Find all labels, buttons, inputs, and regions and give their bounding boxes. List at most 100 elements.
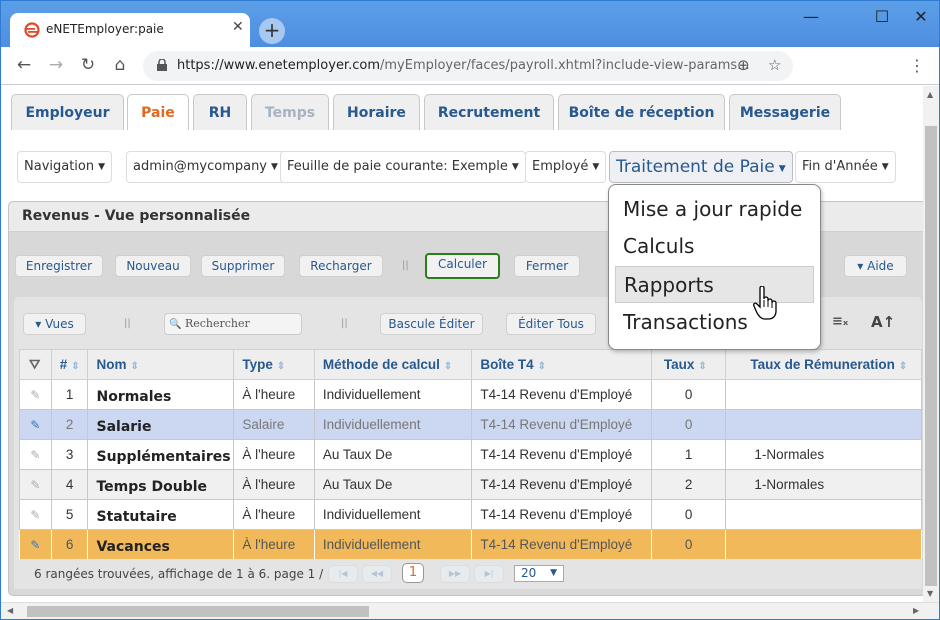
minimize-button[interactable]: — — [796, 7, 826, 26]
toggle-edit-button[interactable]: Bascule Éditer — [380, 313, 483, 335]
scroll-down-arrow-icon[interactable]: ▼ — [927, 589, 933, 598]
sort-icon[interactable]: ⇕ — [698, 361, 706, 372]
browser-menu-icon[interactable]: ⋮ — [909, 56, 925, 75]
calculate-button[interactable]: Calculer — [425, 253, 500, 279]
cell-nom[interactable]: Supplémentaires — [87, 439, 235, 470]
views-button[interactable]: ▾ Vues — [23, 313, 86, 335]
horizontal-scroll-thumb[interactable] — [27, 606, 369, 617]
reload-button[interactable]: ↻ — [77, 55, 99, 75]
tab-horaire[interactable]: Horaire — [333, 94, 420, 130]
edit-cell[interactable]: ✎ — [19, 529, 52, 560]
tab-boite-de-reception[interactable]: Boîte de réception — [558, 94, 725, 130]
forward-button[interactable]: → — [45, 55, 67, 75]
scroll-up-arrow-icon[interactable]: ▲ — [927, 90, 933, 99]
edit-all-button[interactable]: Éditer Tous — [506, 313, 596, 335]
cell-taux-remuneration[interactable] — [725, 499, 922, 530]
cell-taux-remuneration[interactable]: 1-Normales — [725, 469, 922, 500]
cell-taux-remuneration[interactable]: 1-Normales — [725, 439, 922, 470]
bookmark-star-icon[interactable]: ☆ — [768, 56, 781, 74]
cell-taux[interactable]: 0 — [650, 409, 727, 440]
column-header-methode[interactable]: Méthode de calcul ⇕ — [313, 349, 473, 380]
cell-methode[interactable]: Individuellement — [313, 499, 473, 530]
table-row[interactable]: ✎ 1 Normales À l'heure Individuellement T4-14… — [19, 379, 922, 410]
menu-item-mise-a-jour-rapide[interactable]: Mise a jour rapide — [615, 191, 814, 228]
column-header-type[interactable]: Type ⇕ — [233, 349, 315, 380]
edit-pencil-icon[interactable]: ✎ — [30, 538, 40, 552]
cell-nom[interactable]: Statutaire — [87, 499, 235, 530]
sort-icon[interactable]: ⇕ — [538, 361, 546, 372]
edit-pencil-icon[interactable]: ✎ — [30, 478, 40, 492]
cell-taux[interactable]: 2 — [650, 469, 727, 500]
menu-navigation[interactable]: Navigation ▼ — [17, 151, 113, 183]
edit-cell[interactable]: ✎ — [19, 469, 52, 500]
sort-icon[interactable]: ⇕ — [71, 361, 79, 372]
cell-boite-t4[interactable]: T4-14 Revenu d'Employé — [471, 529, 652, 560]
reload-data-button[interactable]: Recharger — [299, 255, 383, 277]
home-button[interactable]: ⌂ — [109, 55, 131, 75]
tab-recrutement[interactable]: Recrutement — [424, 94, 554, 130]
table-row[interactable]: ✎ 5 Statutaire À l'heure Individuellement T4-… — [19, 499, 922, 530]
cell-taux[interactable]: 0 — [650, 529, 727, 560]
cell-taux[interactable]: 0 — [650, 499, 727, 530]
page-size-select[interactable]: 20 ▼ — [514, 565, 564, 582]
menu-user[interactable]: admin@mycompany ▼ — [126, 151, 285, 183]
url-text[interactable]: https://www.enetemployer.com/myEmployer/… — [177, 58, 750, 73]
edit-pencil-icon[interactable]: ✎ — [30, 508, 40, 522]
cell-taux[interactable]: 1 — [650, 439, 727, 470]
edit-cell[interactable]: ✎ — [19, 499, 52, 530]
tab-employeur[interactable]: Employeur — [11, 94, 124, 130]
zoom-icon[interactable]: ⊕ — [737, 56, 750, 74]
cell-methode[interactable]: Individuellement — [313, 409, 473, 440]
menu-fin-d-annee[interactable]: Fin d'Année ▼ — [795, 151, 896, 183]
cell-type[interactable]: À l'heure — [233, 379, 315, 410]
cell-methode[interactable]: Individuellement — [313, 379, 473, 410]
edit-pencil-icon[interactable]: ✎ — [30, 418, 40, 432]
cell-taux[interactable]: 0 — [650, 379, 727, 410]
save-button[interactable]: Enregistrer — [15, 255, 103, 277]
cell-boite-t4[interactable]: T4-14 Revenu d'Employé — [471, 409, 652, 440]
table-row[interactable]: ✎ 6 Vacances À l'heure Individuellement T4-14… — [19, 529, 922, 560]
cell-nom[interactable]: Temps Double — [87, 469, 235, 500]
horizontal-scrollbar[interactable]: ◀ ▶ — [1, 602, 939, 619]
vertical-scrollbar[interactable]: ▲ ▼ — [923, 86, 939, 602]
column-header-num[interactable]: # ⇕ — [50, 349, 89, 380]
column-header-nom[interactable]: Nom ⇕ — [87, 349, 235, 380]
edit-cell[interactable]: ✎ — [19, 409, 52, 440]
table-row[interactable]: ✎ 2 Salarie Salaire Individuellement T4-14 Re… — [19, 409, 922, 440]
column-header-boite-t4[interactable]: Boîte T4 ⇕ — [471, 349, 652, 380]
filter-icon[interactable]: ⛛ — [29, 357, 40, 372]
cell-methode[interactable]: Individuellement — [313, 529, 473, 560]
close-window-button[interactable]: ✕ — [906, 7, 936, 26]
cell-nom[interactable]: Salarie — [87, 409, 235, 440]
maximize-button[interactable]: ☐ — [867, 7, 897, 26]
new-button[interactable]: Nouveau — [115, 255, 191, 277]
cell-methode[interactable]: Au Taux De — [313, 469, 473, 500]
cell-boite-t4[interactable]: T4-14 Revenu d'Employé — [471, 499, 652, 530]
cell-methode[interactable]: Au Taux De — [313, 439, 473, 470]
edit-pencil-icon[interactable]: ✎ — [30, 388, 40, 402]
current-page-button[interactable]: 1 — [402, 563, 424, 583]
menu-employe[interactable]: Employé ▼ — [525, 151, 607, 183]
font-size-icon[interactable]: A↑ — [871, 313, 895, 331]
cell-type[interactable]: À l'heure — [233, 469, 315, 500]
cell-type[interactable]: À l'heure — [233, 439, 315, 470]
cell-type[interactable]: À l'heure — [233, 529, 315, 560]
table-row[interactable]: ✎ 3 Supplémentaires À l'heure Au Taux De T4-1… — [19, 439, 922, 470]
close-button[interactable]: Fermer — [514, 255, 580, 277]
clear-filter-icon[interactable]: ≡ₓ — [832, 314, 848, 329]
help-button[interactable]: ▾ Aide — [844, 255, 907, 277]
column-header-taux[interactable]: Taux ⇕ — [650, 349, 727, 380]
edit-pencil-icon[interactable]: ✎ — [30, 448, 40, 462]
menu-current-payroll[interactable]: Feuille de paie courante: Exemple ▼ — [280, 151, 526, 183]
first-page-button[interactable]: |◀ — [328, 565, 358, 583]
table-row[interactable]: ✎ 4 Temps Double À l'heure Au Taux De T4-14 R… — [19, 469, 922, 500]
filter-column-header[interactable]: ⛛ — [19, 349, 52, 380]
menu-item-calculs[interactable]: Calculs — [615, 228, 814, 265]
cell-taux-remuneration[interactable] — [725, 529, 922, 560]
scroll-right-arrow-icon[interactable]: ▶ — [913, 606, 919, 615]
cell-boite-t4[interactable]: T4-14 Revenu d'Employé — [471, 379, 652, 410]
tab-messagerie[interactable]: Messagerie — [729, 94, 841, 130]
close-tab-icon[interactable]: ✕ — [232, 19, 244, 35]
cell-boite-t4[interactable]: T4-14 Revenu d'Employé — [471, 469, 652, 500]
column-header-taux-remuneration[interactable]: Taux de Rémuneration ⇕ — [725, 349, 922, 380]
